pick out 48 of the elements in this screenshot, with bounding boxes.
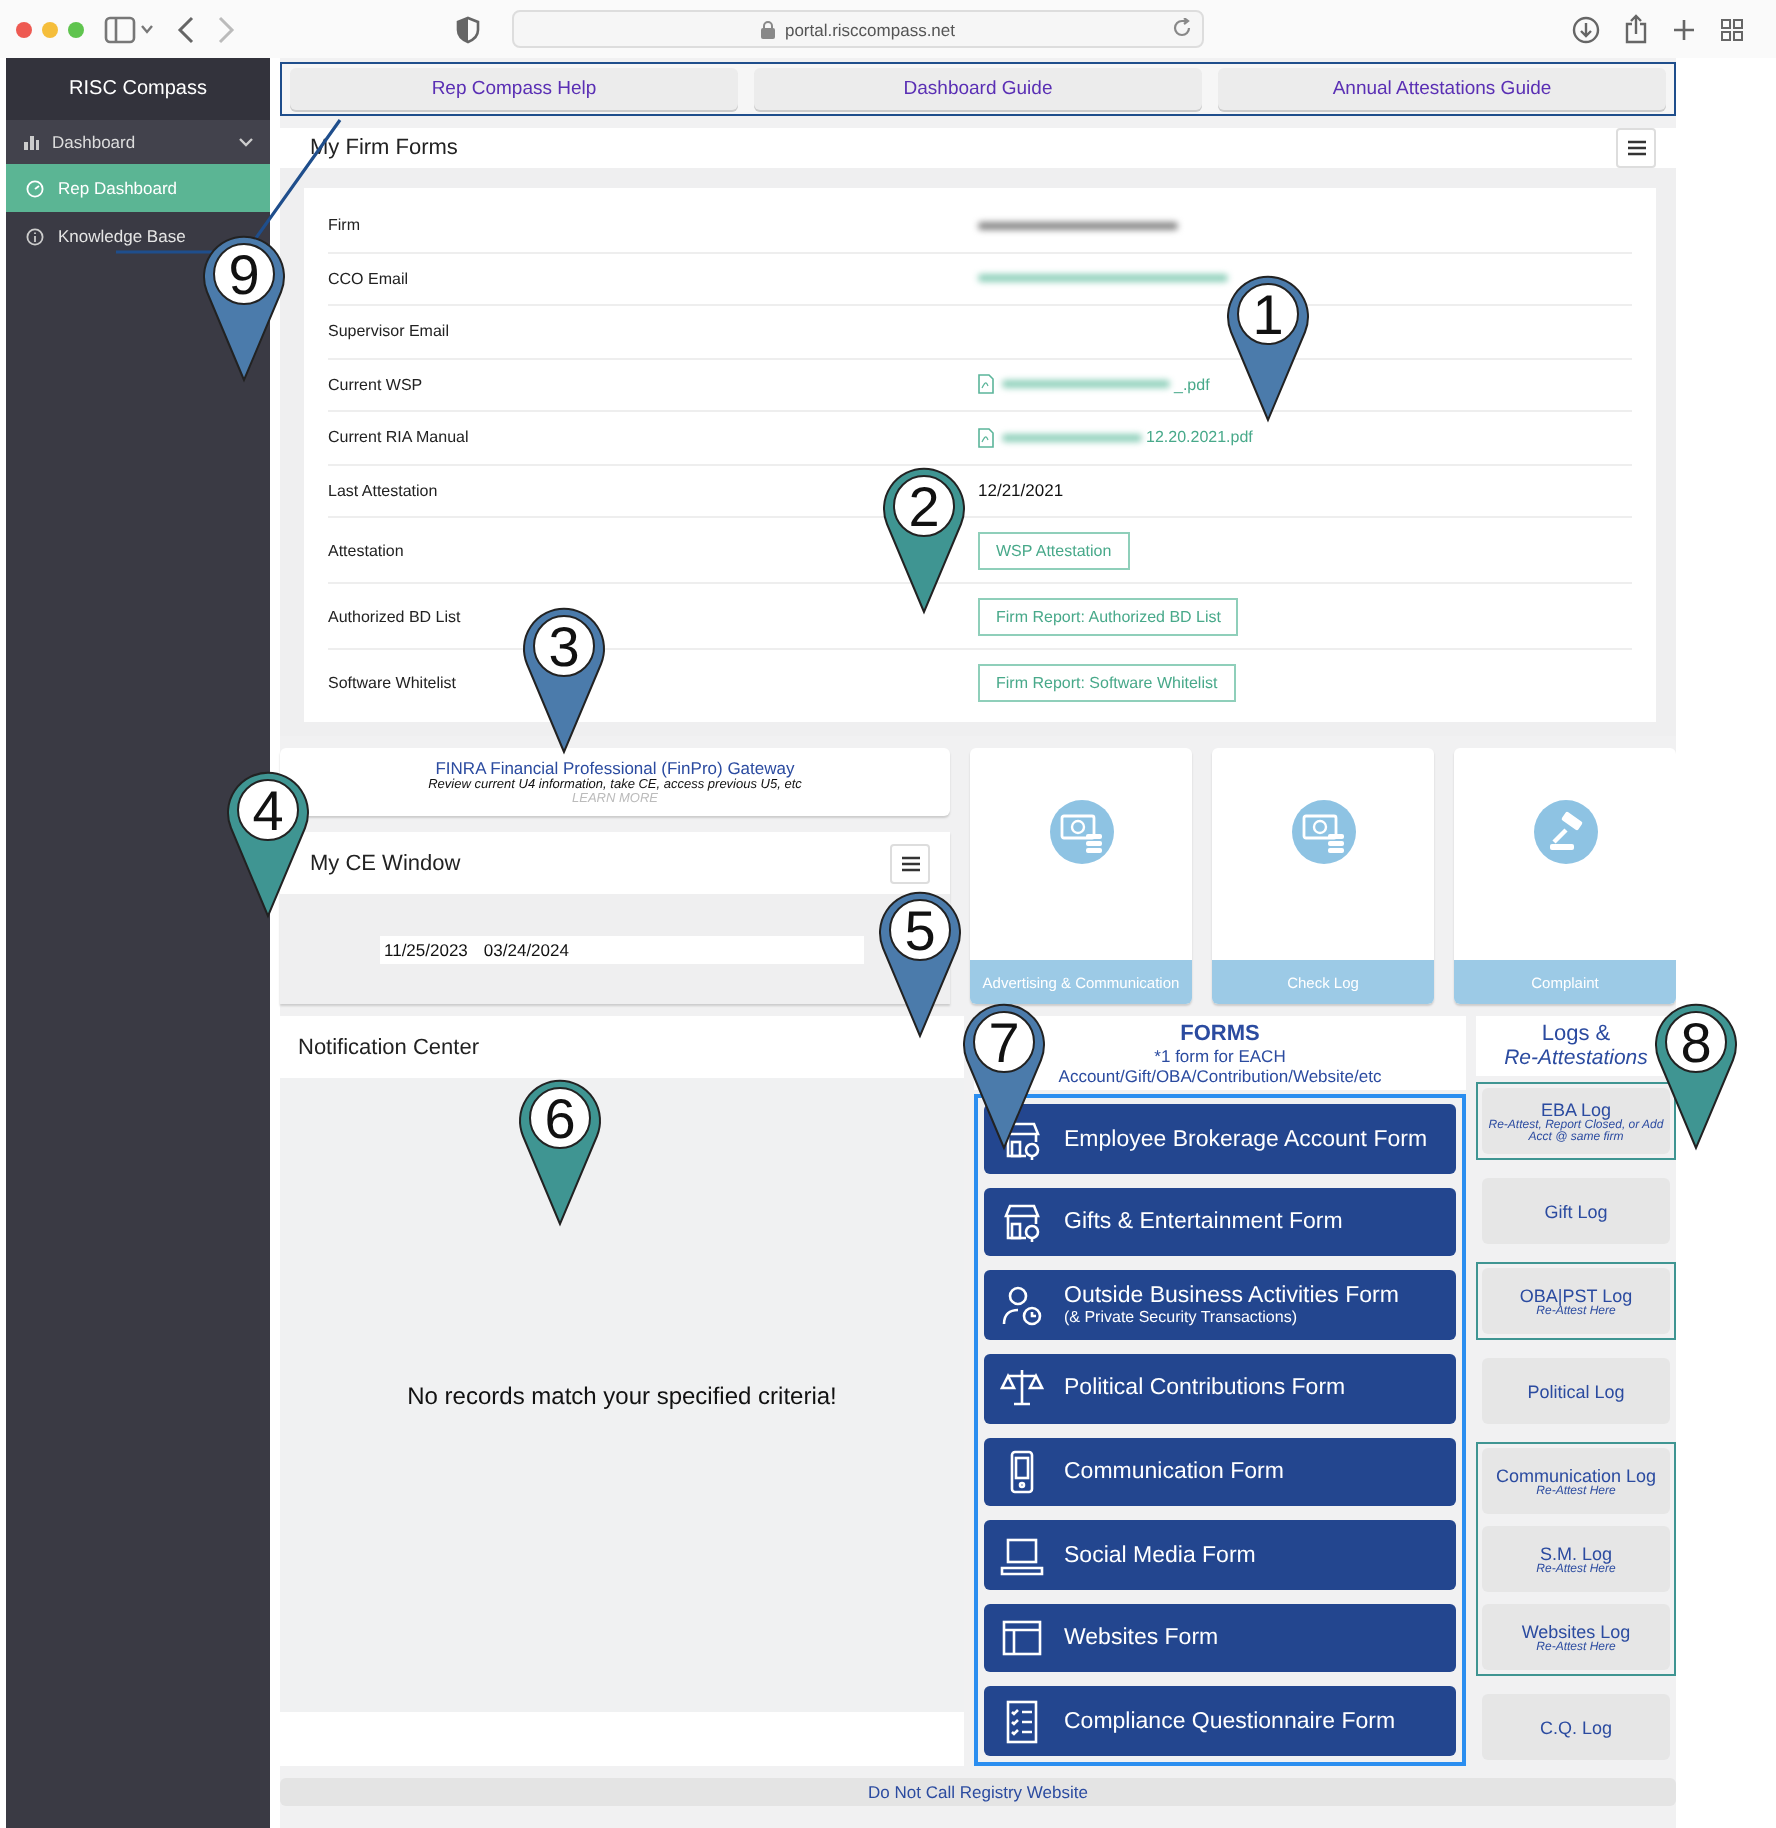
help-link-button[interactable]: Dashboard Guide: [754, 68, 1202, 110]
table-cell-text: Current RIA Manual: [328, 428, 471, 447]
card-title: My CE Window: [310, 851, 461, 875]
callout-number: 4: [252, 780, 284, 842]
form-button[interactable]: Websites Form: [984, 1603, 1456, 1673]
form-button[interactable]: Employee Brokerage Account Form: [984, 1104, 1456, 1174]
log-button[interactable]: C.Q. Log: [1482, 1694, 1670, 1760]
log-button[interactable]: Political Log: [1482, 1358, 1670, 1424]
callout-number: 9: [228, 244, 260, 306]
log-button[interactable]: Gift Log: [1482, 1178, 1670, 1244]
logs-heading: Logs &: [1541, 1022, 1611, 1046]
address-bar[interactable]: portal.risccompass.net: [512, 10, 1204, 48]
callout-number: 5: [904, 900, 936, 962]
table-cell-text: CCO Email: [328, 269, 411, 288]
callout-number: 3: [548, 616, 580, 678]
table-cell-text: Software Whitelist: [328, 673, 459, 691]
form-button[interactable]: Social Media Form: [984, 1520, 1456, 1590]
forms-heading: FORMS: [1180, 1021, 1260, 1046]
callout-number: 1: [1252, 284, 1284, 346]
table-cell-text: Firm: [328, 216, 362, 235]
logs-heading: Re-Attestations: [1504, 1046, 1648, 1070]
callout-number: 2: [908, 476, 940, 538]
help-link-button[interactable]: Annual Attestations Guide: [1218, 68, 1666, 110]
form-button[interactable]: Outside Business Activities Form (& Private Security Transactions): [984, 1270, 1456, 1341]
table-cell-text: Last Attestation: [328, 481, 440, 500]
form-button[interactable]: Communication Form: [984, 1437, 1456, 1507]
callout-number: 8: [1680, 1012, 1712, 1074]
app-title: RISC Compass: [6, 58, 270, 120]
finpro-link[interactable]: FINRA Financial Professional (FinPro) Gateway: [435, 758, 795, 778]
form-button[interactable]: Political Contributions Form: [984, 1354, 1456, 1424]
table-cell-text: Attestation: [328, 541, 406, 559]
footer-link[interactable]: Do Not Call Registry Website: [868, 1782, 1088, 1802]
sidebar-item-label: Dashboard: [52, 132, 136, 152]
forms-note: *1 form for EACH: [1154, 1045, 1286, 1066]
table-cell-text: Supervisor Email: [328, 322, 451, 341]
table-cell: 12/21/2021: [978, 480, 1064, 501]
form-button[interactable]: Gifts & Entertainment Form: [984, 1187, 1456, 1257]
empty-message: No records match your specified criteria!: [407, 1381, 837, 1409]
help-link-button[interactable]: Rep Compass Help: [290, 68, 738, 110]
callout-number: 6: [544, 1088, 576, 1150]
forms-note: Account/Gift/OBA/Contribution/Website/etc: [1058, 1065, 1382, 1086]
card-title: Notification Center: [298, 1035, 479, 1059]
form-button[interactable]: Compliance Questionnaire Form: [984, 1686, 1456, 1756]
ce-date-range: 11/25/2023 03/24/2024: [380, 935, 864, 963]
sidebar-item[interactable]: Dashboard: [6, 120, 270, 164]
table-cell-text: Authorized BD List: [328, 607, 463, 625]
callout-number: 7: [988, 1012, 1020, 1074]
table-cell-text: Current WSP: [328, 375, 425, 394]
